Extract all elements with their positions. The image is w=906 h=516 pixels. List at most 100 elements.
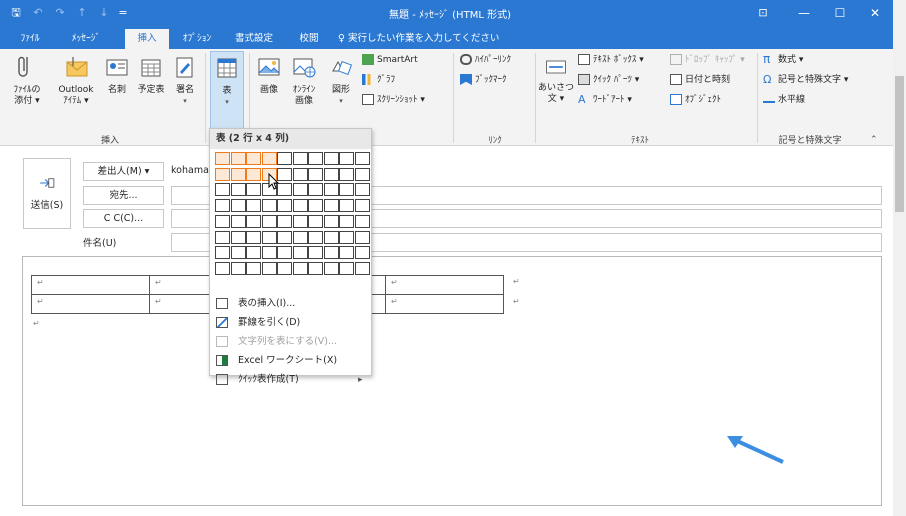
customize-qat-icon[interactable]: = — [116, 5, 130, 21]
grid-cell[interactable] — [292, 230, 308, 244]
screenshot-button[interactable]: ｽｸﾘｰﾝｼｮｯﾄ ▾ — [362, 93, 425, 107]
tab-insert[interactable]: 挿入 — [125, 29, 169, 49]
calendar-button[interactable]: 予定表 — [134, 53, 168, 96]
grid-cell[interactable] — [339, 183, 354, 197]
ribbon-display-options-icon[interactable]: ⊡ — [745, 0, 781, 27]
grid-cell[interactable] — [230, 261, 246, 275]
grid-cell[interactable] — [354, 199, 370, 213]
tab-message[interactable]: ﾒｯｾｰｼﾞ — [60, 29, 112, 49]
grid-cell[interactable] — [354, 261, 370, 275]
quickparts-button[interactable]: ｸｲｯｸ ﾊﾟｰﾂ ▾ — [578, 73, 639, 87]
table-cell[interactable]: ↵ — [385, 294, 504, 314]
datetime-button[interactable]: 日付と時刻 — [670, 73, 730, 87]
grid-cell[interactable] — [323, 214, 339, 228]
business-card-button[interactable]: 名刺 — [100, 53, 134, 96]
wordart-button[interactable]: A ﾜｰﾄﾞｱｰﾄ ▾ — [578, 93, 632, 107]
object-button[interactable]: ｵﾌﾞｼﾞｪｸﾄ — [670, 93, 721, 107]
attach-file-button[interactable]: ﾌｧｲﾙの 添付 ▾ — [5, 53, 49, 107]
scrollbar-thumb[interactable] — [895, 76, 904, 212]
grid-cell[interactable] — [354, 152, 370, 165]
grid-cell[interactable] — [215, 246, 230, 260]
grid-cell[interactable] — [292, 246, 308, 260]
next-item-icon[interactable]: ↓ — [96, 5, 112, 21]
online-pictures-button[interactable]: ｵﾝﾗｲﾝ 画像 — [286, 53, 322, 107]
grid-cell[interactable] — [339, 214, 354, 228]
signature-button[interactable]: 署名 ▾ — [168, 53, 202, 107]
grid-cell[interactable] — [230, 152, 246, 165]
undo-icon[interactable]: ↶ — [30, 5, 46, 21]
grid-cell[interactable] — [230, 246, 246, 260]
grid-cell[interactable] — [354, 230, 370, 244]
grid-cell[interactable] — [323, 261, 339, 275]
collapse-ribbon-icon[interactable]: ⌃ — [870, 133, 878, 147]
grid-cell[interactable] — [246, 214, 261, 228]
minimize-button[interactable]: — — [786, 0, 822, 27]
shapes-button[interactable]: 図形 ▾ — [326, 53, 356, 107]
grid-cell[interactable] — [308, 261, 323, 275]
grid-cell[interactable] — [215, 167, 230, 181]
grid-cell[interactable] — [339, 230, 354, 244]
grid-cell[interactable] — [246, 246, 261, 260]
pictures-button[interactable]: 画像 — [252, 53, 286, 96]
grid-cell[interactable] — [261, 152, 277, 165]
grid-cell[interactable] — [277, 152, 292, 165]
vertical-scrollbar[interactable] — [893, 0, 906, 516]
grid-cell[interactable] — [261, 261, 277, 275]
chart-button[interactable]: ｸﾞﾗﾌ — [362, 73, 395, 87]
grid-cell[interactable] — [323, 199, 339, 213]
excel-worksheet-menu-item[interactable]: Excel ワークシート(X) — [216, 352, 337, 370]
grid-cell[interactable] — [215, 261, 230, 275]
grid-cell[interactable] — [292, 214, 308, 228]
from-button[interactable]: 差出人(M) ▾ — [83, 162, 164, 181]
grid-cell[interactable] — [277, 199, 292, 213]
tab-review[interactable]: 校閲 — [290, 29, 328, 49]
grid-cell[interactable] — [354, 183, 370, 197]
grid-cell[interactable] — [261, 214, 277, 228]
grid-cell[interactable] — [354, 167, 370, 181]
grid-cell[interactable] — [261, 199, 277, 213]
save-icon[interactable]: 🖫 — [8, 5, 24, 21]
grid-cell[interactable] — [215, 152, 230, 165]
quick-tables-menu-item[interactable]: ｸｲｯｸ表作成(T) — [216, 371, 299, 389]
grid-cell[interactable] — [339, 152, 354, 165]
grid-cell[interactable] — [246, 152, 261, 165]
grid-cell[interactable] — [339, 199, 354, 213]
grid-cell[interactable] — [323, 183, 339, 197]
outlook-item-button[interactable]: Outlook ｱｲﾃﾑ ▾ — [55, 53, 97, 107]
table-button[interactable]: 表 ▾ — [210, 51, 244, 129]
bookmark-button[interactable]: ﾌﾞｯｸﾏｰｸ — [460, 73, 507, 87]
greeting-button[interactable]: あいさつ 文 ▾ — [538, 55, 574, 105]
close-button[interactable]: ✕ — [857, 0, 893, 27]
maximize-button[interactable]: ☐ — [822, 0, 858, 27]
grid-cell[interactable] — [277, 214, 292, 228]
grid-cell[interactable] — [277, 246, 292, 260]
grid-cell[interactable] — [339, 246, 354, 260]
grid-cell[interactable] — [308, 246, 323, 260]
grid-cell[interactable] — [230, 167, 246, 181]
tab-file[interactable]: ﾌｧｲﾙ — [10, 29, 50, 49]
grid-cell[interactable] — [230, 230, 246, 244]
grid-cell[interactable] — [261, 230, 277, 244]
previous-item-icon[interactable]: ↑ — [74, 5, 90, 21]
grid-cell[interactable] — [308, 199, 323, 213]
redo-icon[interactable]: ↷ — [52, 5, 68, 21]
grid-cell[interactable] — [308, 167, 323, 181]
message-body[interactable]: ↵ ↵ ↵ ↵ ↵ ↵ ↵ ↵ ↵ ↵ ↵ — [22, 256, 882, 506]
symbol-button[interactable]: Ω 記号と特殊文字 ▾ — [763, 73, 848, 87]
grid-cell[interactable] — [261, 246, 277, 260]
tab-options[interactable]: ｵﾌﾟｼｮﾝ — [175, 29, 219, 49]
hyperlink-button[interactable]: ﾊｲﾊﾟｰﾘﾝｸ — [460, 53, 511, 67]
grid-cell[interactable] — [354, 246, 370, 260]
grid-cell[interactable] — [215, 199, 230, 213]
grid-cell[interactable] — [308, 183, 323, 197]
grid-cell[interactable] — [246, 199, 261, 213]
tab-format-text[interactable]: 書式設定 — [228, 29, 280, 49]
grid-cell[interactable] — [215, 183, 230, 197]
grid-cell[interactable] — [323, 246, 339, 260]
grid-cell[interactable] — [292, 167, 308, 181]
grid-cell[interactable] — [292, 199, 308, 213]
grid-cell[interactable] — [339, 261, 354, 275]
grid-cell[interactable] — [323, 152, 339, 165]
grid-cell[interactable] — [246, 261, 261, 275]
draw-table-menu-item[interactable]: 罫線を引く(D) — [216, 314, 300, 332]
